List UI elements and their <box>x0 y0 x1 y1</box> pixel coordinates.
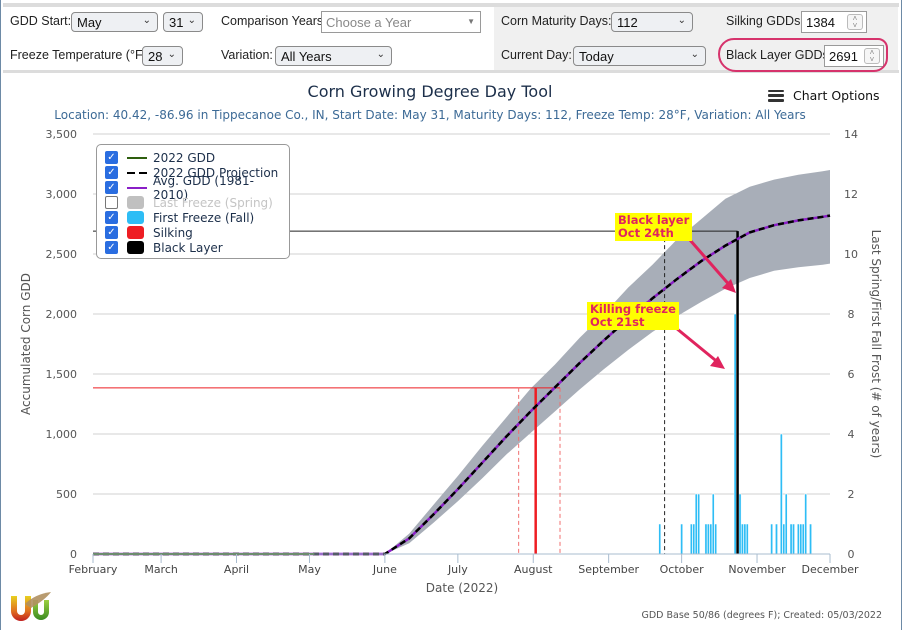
color-swatch <box>127 241 144 254</box>
y2-tick-label: 8 <box>848 308 855 321</box>
color-swatch <box>127 211 144 224</box>
x-tick-label: August <box>514 563 553 576</box>
y-tick-label: 2,000 <box>46 308 78 321</box>
legend-label: Silking <box>153 225 193 240</box>
legend-item-black-layer[interactable]: ✓ Black Layer <box>105 240 223 255</box>
legend-item-2022-gdd[interactable]: ✓ 2022 GDD <box>105 150 215 165</box>
u2u-logo-icon <box>11 592 51 621</box>
first-freeze-bar <box>797 523 800 555</box>
x-tick-label: April <box>224 563 249 576</box>
y-tick-label: 2,500 <box>46 248 78 261</box>
color-swatch <box>127 196 144 209</box>
legend-item-silking[interactable]: ✓ Silking <box>105 225 193 240</box>
y2-tick-label: 2 <box>848 488 855 501</box>
first-freeze-bar <box>707 523 710 555</box>
dash-swatch <box>127 166 147 179</box>
arrow-killing-freeze <box>675 326 721 366</box>
first-freeze-bar <box>804 493 808 555</box>
checkbox-icon[interactable]: ✓ <box>105 226 118 239</box>
first-freeze-bar <box>741 523 744 555</box>
first-freeze-bar <box>809 523 812 555</box>
y-tick-label: 1,000 <box>46 428 78 441</box>
chart-legend: ✓ 2022 GDD ✓ 2022 GDD Projection ✓ Avg. GDD… <box>96 144 290 259</box>
legend-label: 2022 GDD <box>153 150 216 165</box>
x-axis-label: Date (2022) <box>426 581 498 595</box>
legend-item-last-freeze[interactable]: Last Freeze (Spring) <box>105 195 273 210</box>
y2-tick-label: 12 <box>844 188 858 201</box>
first-freeze-bar <box>697 493 701 555</box>
y-tick-label: 500 <box>56 488 77 501</box>
first-freeze-bar <box>775 523 778 555</box>
y2-tick-label: 0 <box>848 548 855 561</box>
checkbox-icon[interactable]: ✓ <box>105 181 118 194</box>
x-tick-label: September <box>578 563 639 576</box>
first-freeze-bar <box>711 493 715 555</box>
first-freeze-bar <box>680 523 683 555</box>
legend-label: Last Freeze (Spring) <box>153 195 273 210</box>
first-freeze-bar <box>782 523 786 555</box>
y-tick-label: 0 <box>70 548 77 561</box>
first-freeze-bar <box>745 523 749 555</box>
legend-item-first-freeze[interactable]: ✓ First Freeze (Fall) <box>105 210 254 225</box>
annotation-line: Oct 21st <box>590 315 645 329</box>
y2-tick-label: 4 <box>848 428 855 441</box>
x-tick-label: March <box>144 563 178 576</box>
y-tick-label: 3,500 <box>46 128 78 141</box>
x-tick-label: October <box>660 563 704 576</box>
x-tick-label: May <box>298 563 321 576</box>
legend-label: Black Layer <box>153 240 223 255</box>
first-freeze-bar <box>704 523 708 555</box>
legend-label: First Freeze (Fall) <box>153 210 255 225</box>
annotation-killing-freeze: Killing freeze Oct 21st <box>587 302 679 330</box>
legend-item-avg-gdd[interactable]: ✓ Avg. GDD (1981-2010) <box>105 174 289 202</box>
y2-tick-label: 10 <box>844 248 858 261</box>
x-tick-label: November <box>728 563 786 576</box>
y-tick-label: 1,500 <box>46 368 78 381</box>
first-freeze-bar <box>738 493 742 555</box>
first-freeze-bar <box>714 523 718 555</box>
first-freeze-bar <box>799 523 803 555</box>
first-freeze-bar <box>658 523 662 555</box>
first-freeze-bar <box>792 523 795 555</box>
first-freeze-bar <box>780 433 783 555</box>
color-swatch <box>127 226 144 239</box>
first-freeze-bar <box>770 523 773 555</box>
line-swatch <box>126 181 147 194</box>
annotation-line: Oct 24th <box>618 226 674 240</box>
y2-tick-label: 6 <box>848 368 855 381</box>
footer-note: GDD Base 50/86 (degrees F); Created: 05/… <box>641 610 883 621</box>
first-freeze-bar <box>692 523 696 555</box>
y-axis-label: Accumulated Corn GDD <box>19 273 33 415</box>
annotation-black-layer: Black layer Oct 24th <box>615 213 693 241</box>
first-freeze-bar <box>694 493 698 555</box>
y2-tick-label: 14 <box>844 128 858 141</box>
first-freeze-bar <box>743 523 747 555</box>
x-tick-label: February <box>69 563 118 576</box>
line-swatch <box>127 151 147 164</box>
y2-axis-label: Last Spring/First Fall Frost (# of years… <box>869 230 883 459</box>
gdd-chart: Corn Growing Degree Day Tool Location: 4… <box>19 82 883 595</box>
checkbox-icon[interactable]: ✓ <box>105 166 118 179</box>
first-freeze-bar <box>784 493 788 555</box>
first-freeze-bar <box>801 523 805 555</box>
checkbox-icon[interactable]: ✓ <box>105 151 118 164</box>
checkbox-icon[interactable]: ✓ <box>105 211 118 224</box>
checkbox-icon[interactable]: ✓ <box>105 241 118 254</box>
y-tick-label: 3,000 <box>46 188 78 201</box>
first-freeze-bar <box>690 523 693 555</box>
x-tick-label: July <box>447 563 468 576</box>
chart-title: Corn Growing Degree Day Tool <box>308 82 553 101</box>
x-tick-label: June <box>372 563 397 576</box>
checkbox-icon[interactable] <box>105 196 118 209</box>
first-freeze-bar <box>709 523 713 555</box>
chart-subtitle: Location: 40.42, -86.96 in Tippecanoe Co… <box>54 108 805 122</box>
x-tick-label: December <box>801 563 859 576</box>
first-freeze-bar <box>733 313 737 555</box>
first-freeze-bar <box>789 523 793 555</box>
